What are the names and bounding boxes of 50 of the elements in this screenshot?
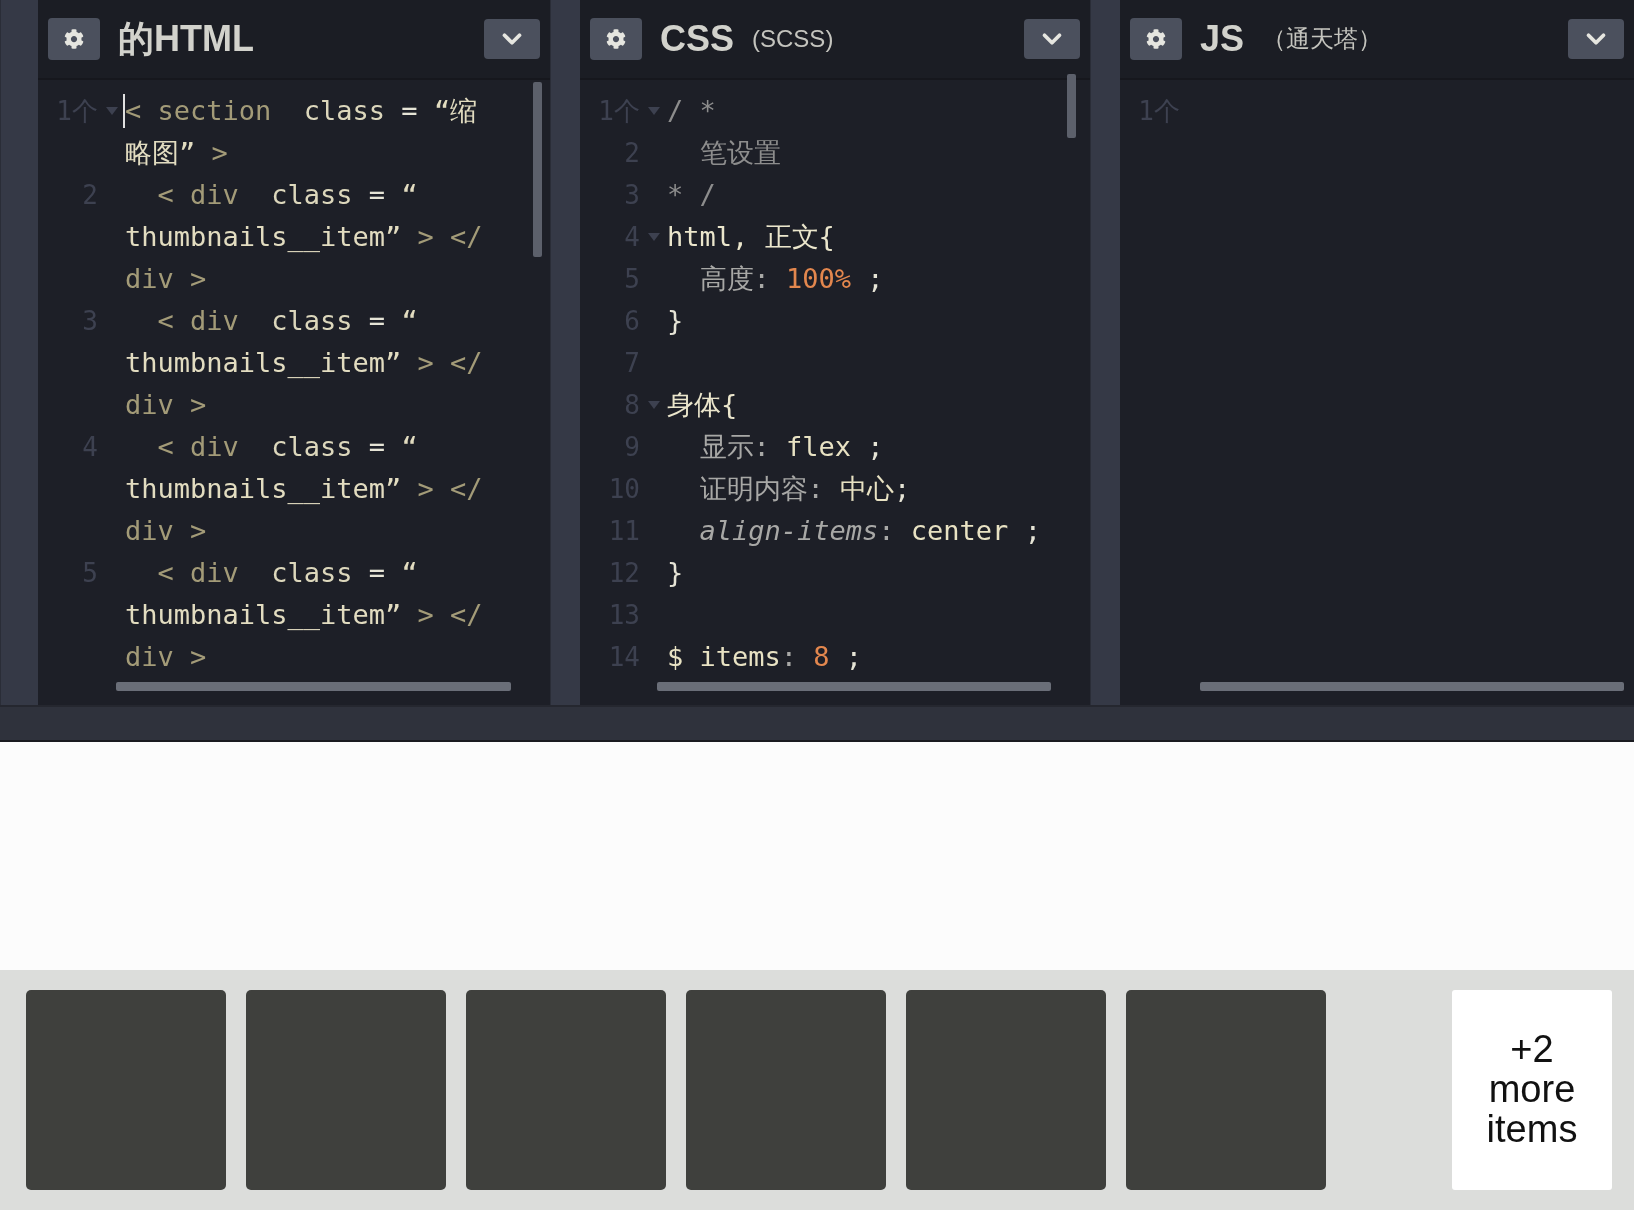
- more-items-label: +2 more items: [1485, 1030, 1579, 1150]
- code-line: 身体{: [667, 388, 738, 422]
- dropdown-button[interactable]: [1568, 19, 1624, 59]
- dropdown-button[interactable]: [1024, 19, 1080, 59]
- settings-icon: [1146, 29, 1166, 49]
- editor-language: (SCSS): [752, 25, 834, 53]
- code-line: / *: [667, 94, 716, 128]
- code-line: < div class = “: [156, 556, 418, 590]
- fold-arrow-icon[interactable]: [647, 233, 660, 241]
- code-line: $ items: 8 ;: [667, 640, 863, 674]
- code-line: thumbnails__item” > </: [125, 472, 483, 506]
- code-line: 笔设置: [698, 136, 781, 170]
- code-line: html, 正文{: [667, 220, 835, 254]
- editor-language: （通天塔）: [1262, 24, 1383, 54]
- code-line: align-items: center ;: [698, 514, 1041, 548]
- editor-title: JS: [1200, 18, 1245, 60]
- editor-title: 的HTML: [118, 16, 254, 61]
- code-line: div >: [125, 640, 207, 674]
- code-line: }: [667, 304, 684, 338]
- fold-arrow-icon[interactable]: [105, 107, 118, 115]
- fold-arrow-icon[interactable]: [647, 107, 660, 115]
- settings-button[interactable]: [48, 18, 100, 60]
- editor-title: CSS: [660, 18, 735, 60]
- settings-icon: [64, 29, 84, 49]
- horizontal-scrollbar[interactable]: [116, 682, 511, 691]
- code-line: div >: [125, 262, 207, 296]
- horizontal-scrollbar[interactable]: [1200, 682, 1624, 691]
- code-line: thumbnails__item” > </: [125, 220, 483, 254]
- code-line: 显示: flex ;: [698, 430, 884, 464]
- code-line: < div class = “: [156, 178, 418, 212]
- code-line: 高度: 100% ;: [698, 262, 884, 296]
- code-line: < div class = “: [156, 430, 418, 464]
- fold-arrow-icon[interactable]: [647, 401, 660, 409]
- dropdown-button[interactable]: [484, 19, 540, 59]
- vertical-scrollbar[interactable]: [533, 82, 542, 257]
- code-line: }: [667, 556, 684, 590]
- settings-button[interactable]: [590, 18, 642, 60]
- code-line: thumbnails__item” > </: [125, 598, 483, 632]
- code-line: * /: [667, 178, 716, 212]
- code-line: < div class = “: [156, 304, 418, 338]
- code-line: div >: [125, 388, 207, 422]
- settings-icon: [606, 29, 626, 49]
- code-line: 证明内容: 中心;: [698, 472, 911, 506]
- settings-button[interactable]: [1130, 18, 1182, 60]
- vertical-scrollbar[interactable]: [1067, 74, 1076, 138]
- code-line: 略图” >: [125, 136, 228, 170]
- horizontal-scrollbar[interactable]: [657, 682, 1051, 691]
- code-line: thumbnails__item” > </: [125, 346, 483, 380]
- code-line: < section class = “缩: [125, 93, 478, 130]
- code-line: div >: [125, 514, 207, 548]
